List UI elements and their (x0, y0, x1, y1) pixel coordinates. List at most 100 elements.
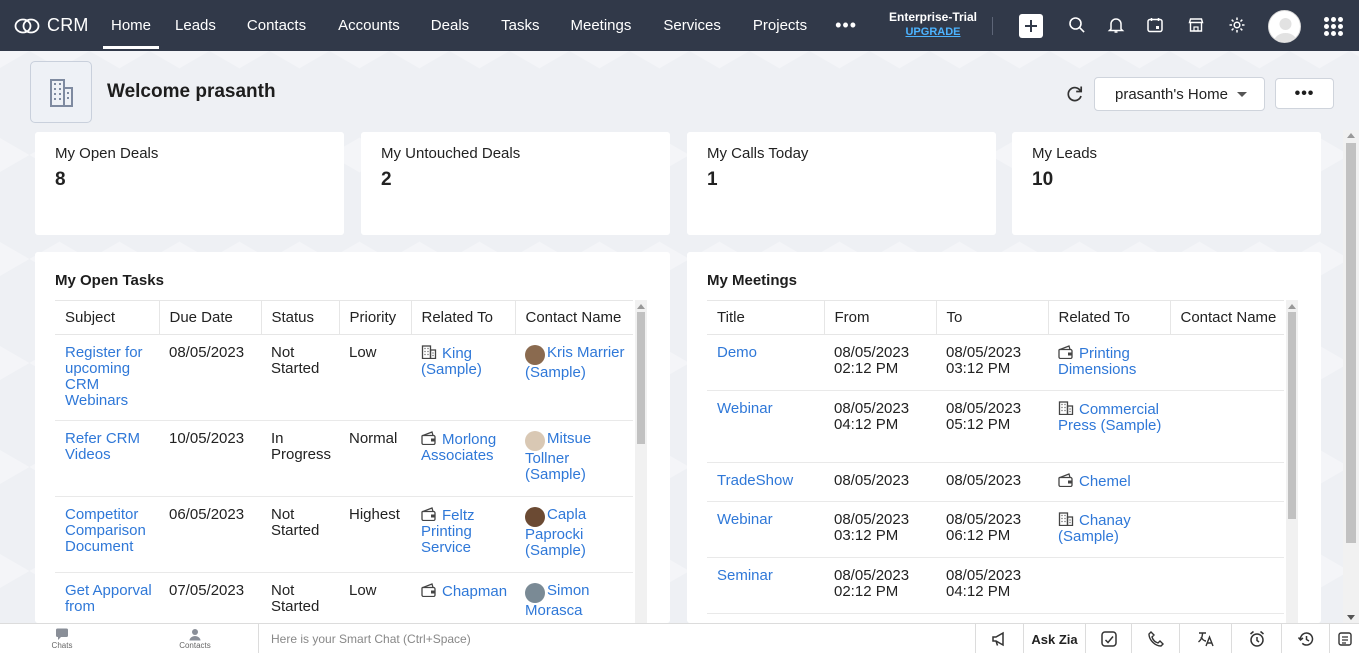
table-row[interactable]: Competitor Comparison Document 06/05/2023… (55, 496, 633, 573)
tab-home[interactable]: Home (102, 0, 160, 51)
column-header-due-date[interactable]: Due Date (158, 300, 261, 335)
user-avatar[interactable] (1268, 10, 1301, 43)
more-tabs-button[interactable]: ••• (835, 0, 857, 51)
activity-icon[interactable] (1086, 624, 1132, 653)
related-to-cell[interactable]: Chemel (1048, 462, 1170, 502)
marketplace-icon[interactable] (1185, 14, 1207, 36)
column-header-contact-name[interactable]: Contact Name (514, 300, 633, 335)
translate-icon[interactable] (1180, 624, 1232, 653)
apps-grid-icon[interactable] (1324, 17, 1343, 36)
search-icon[interactable] (1066, 14, 1088, 36)
column-header-title[interactable]: Title (707, 300, 824, 335)
contact-name-cell[interactable]: Capla Paprocki (Sample) (515, 496, 633, 573)
tab-accounts[interactable]: Accounts (338, 0, 400, 51)
column-header-contact-name[interactable]: Contact Name (1169, 300, 1284, 335)
table-row[interactable]: Webinar 08/05/2023 04:12 PM 08/05/2023 05:… (707, 390, 1284, 463)
table-row[interactable]: Refer CRM Videos 10/05/2023 In Progress Nor… (55, 420, 633, 497)
smart-chat-input[interactable]: Here is your Smart Chat (Ctrl+Space) (258, 624, 976, 653)
scrollbar-thumb[interactable] (1288, 312, 1296, 519)
task-subject-cell[interactable]: Refer CRM Videos (55, 420, 159, 497)
related-to-cell[interactable]: Morlong Associates (411, 420, 515, 497)
column-header-subject[interactable]: Subject (55, 300, 159, 335)
contact-name-cell (1170, 557, 1284, 614)
kpi-card-untouched-deals[interactable]: My Untouched Deals 2 (361, 132, 670, 235)
upgrade-link[interactable]: UPGRADE (880, 25, 986, 40)
chats-button[interactable]: Chats (42, 624, 82, 653)
meeting-title-link[interactable]: Webinar (717, 511, 773, 528)
meeting-title-cell[interactable]: Seminar (707, 557, 824, 614)
contact-name-cell[interactable]: Kris Marrier (Sample) (515, 334, 633, 421)
tasks-scrollbar[interactable] (635, 300, 647, 623)
task-subject-cell[interactable]: Competitor Comparison Document (55, 496, 159, 573)
table-row[interactable]: Webinar 08/05/2023 03:12 PM 08/05/2023 06:… (707, 501, 1284, 558)
kpi-card-open-deals[interactable]: My Open Deals 8 (35, 132, 344, 235)
contact-name-cell[interactable]: Simon Morasca (515, 572, 633, 623)
related-to-cell[interactable]: Chanay (Sample) (1048, 501, 1170, 558)
related-to-link[interactable]: Chemel (1079, 473, 1131, 490)
column-header-from[interactable]: From (823, 300, 936, 335)
column-header-related-to[interactable]: Related To (410, 300, 515, 335)
alarm-clock-icon[interactable] (1232, 624, 1282, 653)
meeting-title-link[interactable]: TradeShow (717, 472, 793, 489)
related-to-cell[interactable] (1048, 557, 1170, 614)
task-subject-link[interactable]: Get Apporval from (65, 582, 152, 615)
tab-leads[interactable]: Leads (175, 0, 216, 51)
related-to-cell[interactable]: Commercial Press (Sample) (1048, 390, 1170, 463)
task-subject-cell[interactable]: Register for upcoming CRM Webinars (55, 334, 159, 421)
gear-icon[interactable] (1226, 14, 1248, 36)
meetings-scrollbar[interactable] (1286, 300, 1298, 623)
meeting-title-cell[interactable]: Demo (707, 334, 824, 391)
table-row[interactable]: Get Apporval from 07/05/2023 Not Started Lo… (55, 572, 633, 623)
announcement-icon[interactable] (976, 624, 1024, 653)
history-icon[interactable] (1282, 624, 1330, 653)
page-scrollbar[interactable] (1343, 130, 1359, 623)
task-subject-link[interactable]: Competitor Comparison Document (65, 506, 146, 555)
scrollbar-thumb[interactable] (637, 312, 645, 444)
tab-services[interactable]: Services (663, 0, 721, 51)
column-header-priority[interactable]: Priority (338, 300, 411, 335)
meeting-title-cell[interactable]: Webinar (707, 501, 824, 558)
crm-logo[interactable]: CRM (0, 0, 100, 51)
task-subject-link[interactable]: Refer CRM Videos (65, 430, 140, 463)
column-header-related-to[interactable]: Related To (1047, 300, 1170, 335)
column-header-status[interactable]: Status (260, 300, 339, 335)
ask-zia-button[interactable]: Ask Zia (1024, 624, 1086, 653)
add-icon[interactable] (1019, 14, 1043, 38)
top-navigation: CRM Home Leads Contacts Accounts Deals Tasks M… (0, 0, 1359, 51)
module-tabs: Home Leads Contacts Accounts Deals Tasks Meeti… (100, 0, 857, 51)
refresh-icon[interactable] (1064, 83, 1086, 105)
meeting-title-cell[interactable]: Webinar (707, 390, 824, 463)
related-to-cell[interactable]: King (Sample) (411, 334, 515, 421)
meeting-title-link[interactable]: Demo (717, 344, 757, 361)
meeting-title-link[interactable]: Webinar (717, 400, 773, 417)
table-row[interactable]: Seminar 08/05/2023 02:12 PM 08/05/2023 04:… (707, 557, 1284, 614)
tab-deals[interactable]: Deals (431, 0, 469, 51)
scrollbar-thumb[interactable] (1346, 143, 1356, 543)
table-row[interactable]: Register for upcoming CRM Webinars 08/05/… (55, 334, 633, 421)
notes-icon[interactable] (1330, 624, 1359, 653)
tab-contacts[interactable]: Contacts (247, 0, 306, 51)
meeting-title-link[interactable]: Seminar (717, 567, 773, 584)
related-to-cell[interactable]: Printing Dimensions (1048, 334, 1170, 391)
kpi-card-calls-today[interactable]: My Calls Today 1 (687, 132, 996, 235)
more-options-button[interactable]: ••• (1275, 78, 1334, 109)
meeting-title-cell[interactable]: TradeShow (707, 462, 824, 502)
tab-meetings[interactable]: Meetings (571, 0, 632, 51)
table-row[interactable]: Demo 08/05/2023 02:12 PM 08/05/2023 03:12 … (707, 334, 1284, 391)
column-header-to[interactable]: To (935, 300, 1048, 335)
kpi-card-leads[interactable]: My Leads 10 (1012, 132, 1321, 235)
task-subject-link[interactable]: Register for upcoming CRM Webinars (65, 344, 143, 409)
calendar-icon[interactable] (1144, 14, 1166, 36)
bell-icon[interactable] (1105, 14, 1127, 36)
tab-projects[interactable]: Projects (753, 0, 807, 51)
related-to-cell[interactable]: Feltz Printing Service (411, 496, 515, 573)
home-view-selector[interactable]: prasanth's Home (1094, 77, 1265, 111)
task-subject-cell[interactable]: Get Apporval from (55, 572, 159, 623)
contact-name-cell[interactable]: Mitsue Tollner (Sample) (515, 420, 633, 497)
tab-tasks[interactable]: Tasks (501, 0, 539, 51)
call-icon[interactable] (1132, 624, 1180, 653)
contacts-button[interactable]: Contacts (172, 624, 218, 653)
table-row[interactable]: TradeShow 08/05/2023 08/05/2023 Chemel (707, 462, 1284, 502)
related-to-cell[interactable]: Chapman (411, 572, 515, 623)
related-to-link[interactable]: Chapman (442, 583, 507, 600)
